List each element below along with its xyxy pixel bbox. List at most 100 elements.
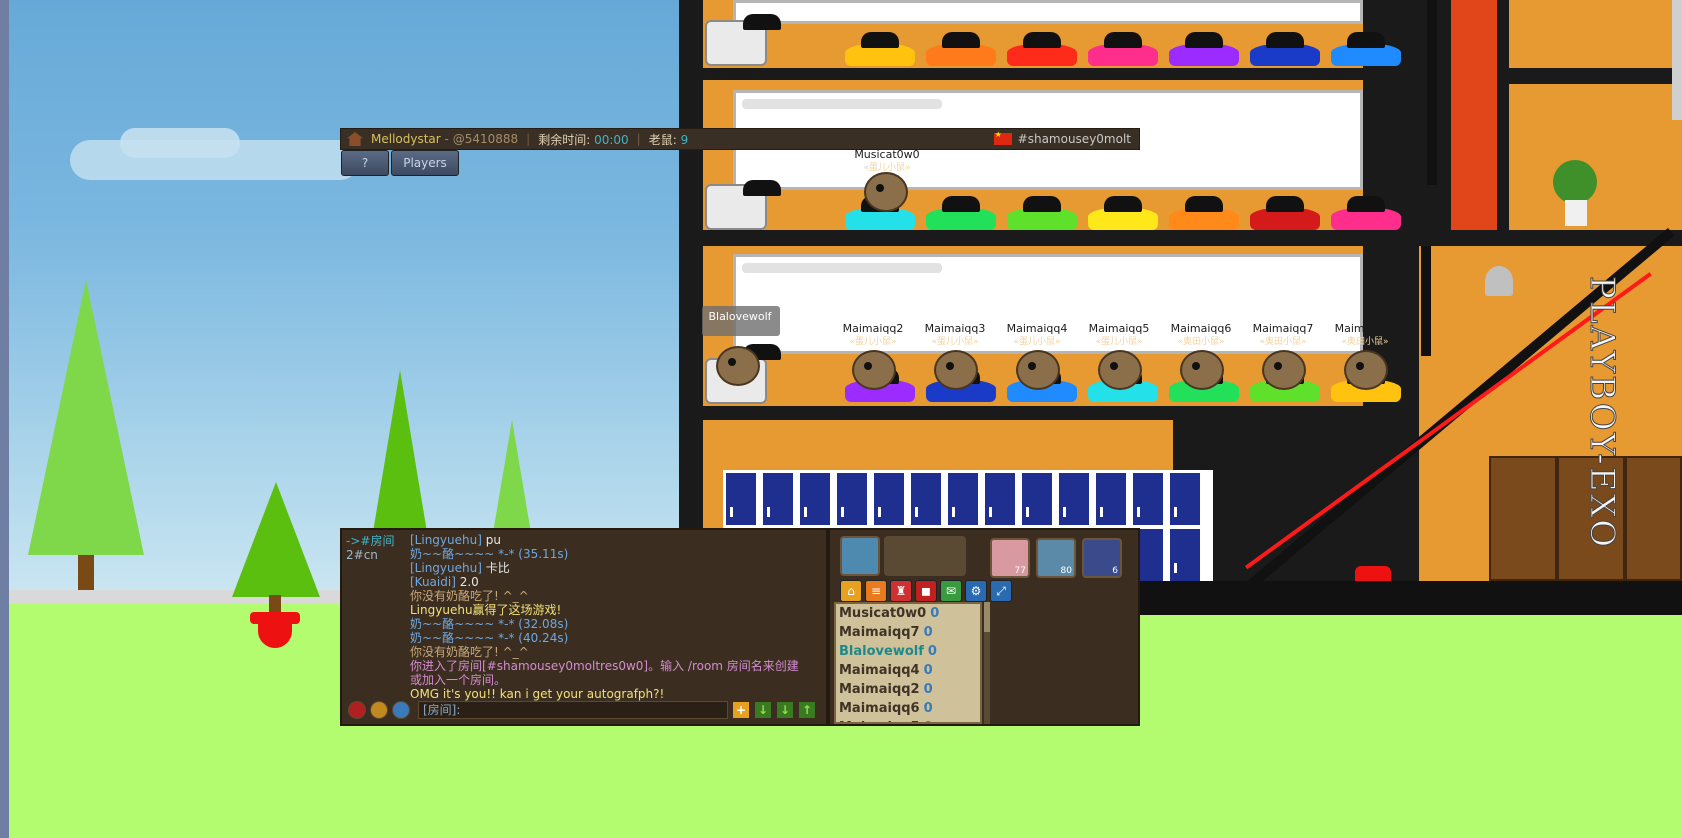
- player-list-scrollbar[interactable]: [984, 602, 990, 724]
- whiteboard: [733, 0, 1363, 24]
- players-button[interactable]: Players: [391, 150, 459, 176]
- player-list-item[interactable]: Musicat0w0 0: [836, 604, 980, 623]
- plus-icon[interactable]: +: [732, 701, 750, 719]
- mouse-avatar[interactable]: [1262, 350, 1306, 390]
- locker: [1169, 472, 1201, 526]
- item-icons[interactable]: [884, 536, 966, 576]
- teacher-desk: [743, 14, 781, 30]
- chat-speaker[interactable]: [Lingyuehu]: [410, 533, 482, 547]
- mouse-avatar[interactable]: [716, 346, 760, 386]
- desk-top: [861, 32, 899, 48]
- tree-trunk: [78, 555, 94, 590]
- desk-top: [1347, 196, 1385, 212]
- mouse-avatar[interactable]: [1016, 350, 1060, 390]
- chat-text: 奶~~酪~~~~ *-* (35.11s): [410, 547, 569, 561]
- slot-count: 77: [1014, 566, 1026, 576]
- house-icon[interactable]: [347, 132, 363, 146]
- player-name: Blalovewolf: [839, 644, 924, 659]
- player-title-tag: «蛋儿小鼠»: [1095, 337, 1143, 347]
- locker: [762, 472, 794, 526]
- chat-input[interactable]: [房间]:: [418, 701, 728, 719]
- player-name: Maimaiqq6: [839, 701, 920, 716]
- chat-icon[interactable]: ✉: [940, 580, 962, 602]
- mouse-avatar[interactable]: [864, 172, 908, 212]
- player-list-item[interactable]: Blalovewolf 0: [836, 642, 980, 661]
- shop-slot[interactable]: 77: [990, 538, 1030, 578]
- panel-toolbar: ⌂ ≡ ♜ ◼ ✉ ⚙ ⤢: [840, 580, 1015, 604]
- locker: [1169, 528, 1201, 582]
- locker: [984, 472, 1016, 526]
- room-tabs: ->#房间 2#cn: [346, 534, 406, 562]
- game-stage[interactable]: PLAYBOY-EXO Musicat0w0 «蛋儿小鼠» Blalovewol…: [0, 0, 1682, 838]
- player-list[interactable]: Musicat0w0 0 Maimaiqq7 0 Blalovewolf 0 Maimaiq…: [834, 602, 982, 724]
- desk-top: [1023, 32, 1061, 48]
- tab-room[interactable]: ->#房间: [346, 534, 406, 548]
- help-button[interactable]: ?: [341, 150, 389, 176]
- mouse-avatar[interactable]: [852, 350, 896, 390]
- cheese-icon[interactable]: [392, 701, 410, 719]
- player-list-item[interactable]: Maimaiqq4 0: [836, 661, 980, 680]
- chat-message: 你没有奶酪吃了! ^_^: [410, 589, 830, 603]
- pine-tree: [232, 482, 320, 597]
- chat-text: 2.0: [455, 575, 479, 589]
- player-avatar[interactable]: [840, 536, 880, 576]
- scrollbar[interactable]: [1672, 0, 1682, 120]
- bell-icon: [1485, 266, 1513, 296]
- locker: [947, 472, 979, 526]
- shop-slot[interactable]: 6: [1082, 538, 1122, 578]
- chat-speaker[interactable]: Lingyuehu: [410, 603, 473, 617]
- player-name: Maimaiqq5: [839, 720, 920, 722]
- player-list-item[interactable]: Maimaiqq2 0: [836, 680, 980, 699]
- mouse-avatar[interactable]: [1344, 350, 1388, 390]
- shop-slot[interactable]: 80: [1036, 538, 1076, 578]
- player-title-tag: «奥田小鼠»: [1259, 337, 1307, 347]
- player-list-item[interactable]: Maimaiqq7 0: [836, 623, 980, 642]
- arrow-down-icon[interactable]: ↓: [754, 701, 772, 719]
- map-author[interactable]: Mellodystar: [371, 132, 441, 146]
- chat-speaker[interactable]: [Lingyuehu]: [410, 561, 482, 575]
- desk-top: [1023, 196, 1061, 212]
- list-icon[interactable]: ≡: [865, 580, 887, 602]
- fullscreen-icon[interactable]: ⤢: [990, 580, 1012, 602]
- school-building: [679, 0, 1682, 615]
- arrow-down-icon[interactable]: ↓: [776, 701, 794, 719]
- house-icon[interactable]: ⌂: [840, 580, 862, 602]
- desk-top: [1266, 32, 1304, 48]
- time-value: 00:00: [594, 132, 629, 147]
- chat-message: [Kuaidi] 2.0: [410, 575, 830, 589]
- plant-pot: [1565, 200, 1587, 226]
- potted-plant-icon: [1553, 160, 1597, 204]
- top-info-bar: Mellodystar - @5410888 | 剩余时间: 00:00 | 老…: [340, 128, 1140, 150]
- arrow-up-icon[interactable]: ↑: [798, 701, 816, 719]
- locker: [910, 472, 942, 526]
- tab-cn[interactable]: 2#cn: [346, 548, 406, 562]
- player-score: 0: [930, 606, 940, 621]
- mouse-avatar[interactable]: [1098, 350, 1142, 390]
- chat-message: [Lingyuehu] 卡比: [410, 561, 830, 575]
- shaman-icon[interactable]: [370, 701, 388, 719]
- mouse-avatar[interactable]: [934, 350, 978, 390]
- desk-top: [1104, 32, 1142, 48]
- player-score: 0: [923, 701, 933, 716]
- locker: [1132, 472, 1164, 526]
- chat-message: 奶~~酪~~~~ *-* (32.08s): [410, 617, 830, 631]
- gear-icon[interactable]: ⚙: [965, 580, 987, 602]
- wall-divider: [1421, 246, 1431, 356]
- player-name: Maimaiqq4: [839, 663, 920, 678]
- player-list-item[interactable]: Maimaiqq6 0: [836, 699, 980, 718]
- chat-message: 你没有奶酪吃了! ^_^: [410, 645, 830, 659]
- player-title-tag: «奥田小鼠»: [1341, 337, 1389, 347]
- right-room: [1509, 84, 1682, 230]
- player-list-item[interactable]: Maimaiqq5 0: [836, 718, 980, 722]
- heart-icon[interactable]: [348, 701, 366, 719]
- bookshelf: [1625, 456, 1682, 581]
- chat-panel: ->#房间 2#cn [Lingyuehu] pu 奶~~酪~~~~ *-* (3…: [340, 528, 828, 726]
- wardrobe-icon[interactable]: ♜: [890, 580, 912, 602]
- player-name: Musicat0w0: [839, 606, 927, 621]
- chat-message: [Lingyuehu] pu: [410, 533, 830, 547]
- chat-speaker[interactable]: [Kuaidi]: [410, 575, 456, 589]
- mouse-avatar[interactable]: [1180, 350, 1224, 390]
- shop-icon[interactable]: ◼: [915, 580, 937, 602]
- window-edge: [0, 0, 9, 838]
- slot-count: 80: [1060, 566, 1072, 576]
